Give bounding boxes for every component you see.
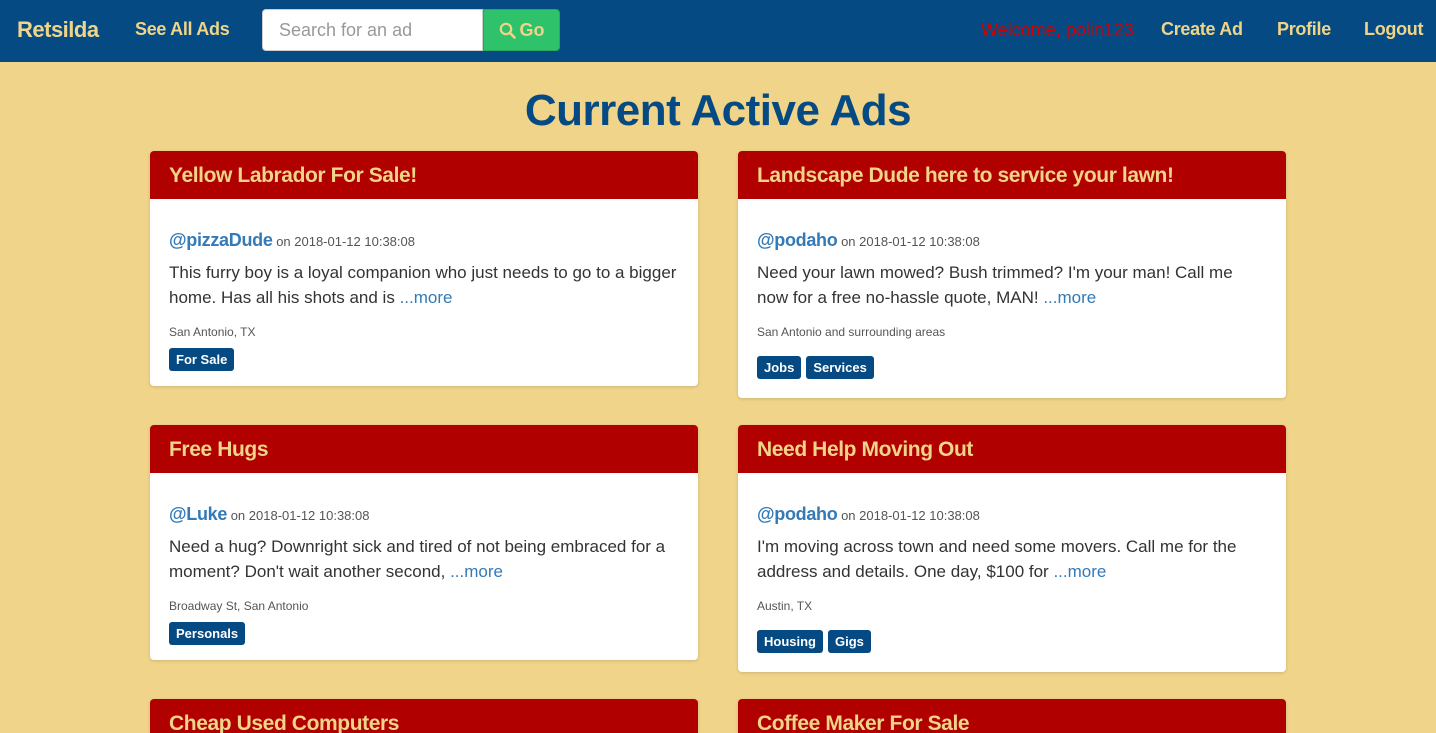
ad-title[interactable]: Coffee Maker For Sale xyxy=(738,699,1286,733)
go-label: Go xyxy=(519,19,545,40)
ad-title[interactable]: Landscape Dude here to service your lawn… xyxy=(738,151,1286,199)
ad-author-link[interactable]: @podaho xyxy=(757,230,838,250)
ad-date: on 2018-01-12 10:38:08 xyxy=(276,234,415,249)
category-tag[interactable]: Personals xyxy=(169,622,246,645)
ad-title[interactable]: Need Help Moving Out xyxy=(738,425,1286,473)
welcome-text: Welcome, polin123 xyxy=(981,20,1134,40)
search-icon xyxy=(499,22,516,39)
category-tag[interactable]: Housing xyxy=(757,630,823,653)
brand-logo[interactable]: Retsilda xyxy=(17,17,99,43)
read-more-link[interactable]: ...more xyxy=(1053,562,1106,581)
ad-card: Need Help Moving Out @podaho on 2018-01-… xyxy=(738,425,1286,672)
top-navbar: Retsilda See All Ads Go Welcome, polin12… xyxy=(0,0,1436,62)
ad-title[interactable]: Cheap Used Computers xyxy=(150,699,698,733)
ad-card: Yellow Labrador For Sale! @pizzaDude on … xyxy=(150,151,698,386)
ad-card: Landscape Dude here to service your lawn… xyxy=(738,151,1286,398)
ad-location: Broadway St, San Antonio xyxy=(169,599,309,613)
ad-date: on 2018-01-12 10:38:08 xyxy=(841,508,980,523)
read-more-link[interactable]: ...more xyxy=(1043,288,1096,307)
see-all-ads-link[interactable]: See All Ads xyxy=(135,19,230,40)
category-tag[interactable]: Services xyxy=(806,356,874,379)
search-input[interactable] xyxy=(262,9,483,51)
ad-description: Need a hug? Downright sick and tired of … xyxy=(169,537,666,581)
ad-card: Cheap Used Computers xyxy=(150,699,698,733)
page-title: Current Active Ads xyxy=(524,86,912,135)
ad-location: San Antonio, TX xyxy=(169,325,256,339)
category-tag[interactable]: Gigs xyxy=(828,630,871,653)
ad-date: on 2018-01-12 10:38:08 xyxy=(841,234,980,249)
ad-author-link[interactable]: @pizzaDude xyxy=(169,230,273,250)
search-go-button[interactable]: Go xyxy=(483,9,560,51)
read-more-link[interactable]: ...more xyxy=(450,562,503,581)
ad-location: San Antonio and surrounding areas xyxy=(757,325,946,339)
ad-card: Free Hugs @Luke on 2018-01-12 10:38:08 N… xyxy=(150,425,698,660)
ad-date: on 2018-01-12 10:38:08 xyxy=(230,508,370,523)
category-tag[interactable]: For Sale xyxy=(169,348,235,371)
ad-author-link[interactable]: @Luke xyxy=(169,504,227,524)
ad-description: Need your lawn mowed? Bush trimmed? I'm … xyxy=(757,263,1233,307)
create-ad-link[interactable]: Create Ad xyxy=(1161,19,1243,40)
read-more-link[interactable]: ...more xyxy=(400,288,453,307)
ad-title[interactable]: Free Hugs xyxy=(150,425,698,473)
ad-card: Coffee Maker For Sale xyxy=(738,699,1286,733)
category-tag[interactable]: Jobs xyxy=(757,356,802,379)
profile-link[interactable]: Profile xyxy=(1277,19,1331,40)
ad-description: I'm moving across town and need some mov… xyxy=(757,537,1237,581)
logout-link[interactable]: Logout xyxy=(1364,19,1423,40)
ad-location: Austin, TX xyxy=(757,599,813,613)
ad-author-link[interactable]: @podaho xyxy=(757,504,838,524)
ad-title[interactable]: Yellow Labrador For Sale! xyxy=(150,151,698,199)
